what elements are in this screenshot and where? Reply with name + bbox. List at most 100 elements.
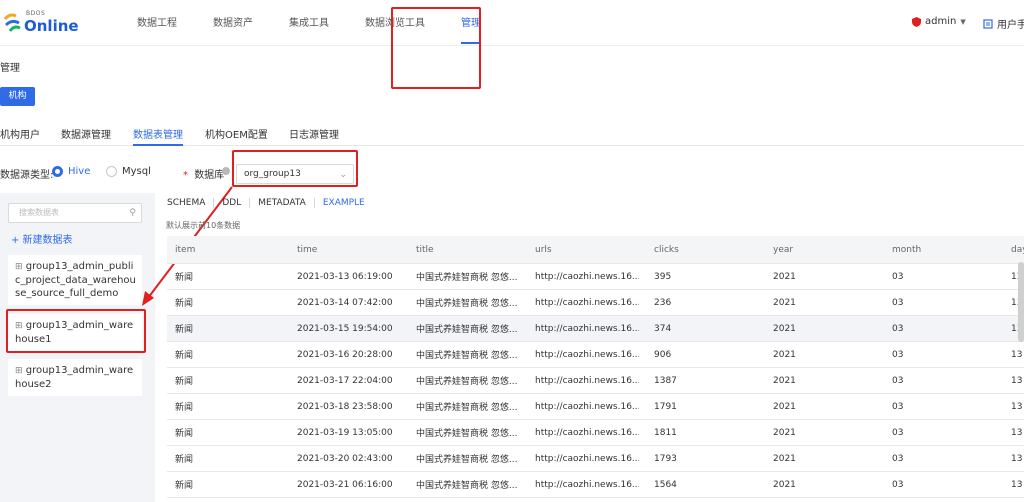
table-cell: 新闻 [175,273,194,283]
table-item-name: group13_admin_warehouse2 [15,365,134,390]
tab-log-source-mgmt[interactable]: 日志源管理 [289,126,339,141]
table-cell: http://caozhi.news.16... [535,453,639,464]
table-cell: http://caozhi.news.16... [535,479,639,490]
subtab-ddl[interactable]: DDL [214,198,251,208]
hive-radio[interactable] [52,166,63,177]
table-cell: 2021-03-13 06:19:00 [297,271,393,282]
table-cell: 2021 [773,375,796,386]
table-cell: 374 [654,323,672,334]
table-cell: 03 [892,453,904,464]
annotation-highlight-database [232,150,358,187]
table-row[interactable]: 新闻 2021-03-16 20:28:00 中国式养娃智商税 忽悠... http:… [167,342,1024,368]
table-cell: 03 [892,271,904,282]
caret-down-icon: ▼ [960,17,966,26]
table-cell: 2021-03-21 06:16:00 [297,479,393,490]
logo-small-text: BDOS [26,10,46,17]
table-cell: 13 [1011,427,1023,438]
table-cell: 中国式养娃智商税 忽悠... [416,351,518,361]
table-cell: 2021-03-14 07:42:00 [297,297,393,308]
table-cell: 新闻 [175,351,194,361]
table-cell: 2021 [773,349,796,360]
page-title: 管理 [0,63,20,74]
mysql-radio-label[interactable]: Mysql [122,166,151,177]
table-cell: 2021 [773,297,796,308]
table-cell: 2021 [773,401,796,412]
column-header: day [1011,244,1024,255]
table-cell: 03 [892,401,904,412]
column-header: time [297,244,318,255]
table-cell: http://caozhi.news.16... [535,323,639,334]
info-icon [222,167,230,175]
tab-org-users[interactable]: 机构用户 [0,126,40,141]
table-cell: http://caozhi.news.16... [535,271,639,282]
table-search-input[interactable]: 搜索数据表 ⚲ [8,203,142,223]
table-cell: http://caozhi.news.16... [535,349,639,360]
table-cell: 中国式养娃智商税 忽悠... [416,481,518,491]
bdos-logo[interactable]: BDOS Online [0,8,79,38]
subtab-example[interactable]: EXAMPLE [315,198,373,208]
table-cell: 03 [892,479,904,490]
user-menu[interactable]: admin ▼ [912,16,966,27]
table-cell: 2021-03-18 23:58:00 [297,401,393,412]
database-label-text: 数据库 [194,170,225,181]
table-row[interactable]: 新闻 2021-03-18 23:58:00 中国式养娃智商税 忽悠... http:… [167,394,1024,420]
table-row[interactable]: 新闻 2021-03-19 13:05:00 中国式养娃智商税 忽悠... http:… [167,420,1024,446]
table-row[interactable]: 新闻 2021-03-17 22:04:00 中国式养娃智商税 忽悠... http:… [167,368,1024,394]
table-cell: 2021-03-17 22:04:00 [297,375,393,386]
table-header-row: item time title urls clicks year month d… [167,236,1024,264]
table-icon: ⊞ [15,262,23,272]
table-cell: 236 [654,297,672,308]
nav-integration-tools[interactable]: 集成工具 [280,0,338,46]
top-navbar: BDOS Online 数据工程 数据资产 集成工具 数据浏览工具 管理 adm… [0,0,1024,46]
new-table-button[interactable]: + 新建数据表 [11,231,73,246]
tab-datasource-mgmt[interactable]: 数据源管理 [61,126,111,141]
subtab-metadata[interactable]: METADATA [250,198,315,208]
table-cell: 2021 [773,479,796,490]
org-button[interactable]: 机构 [0,87,35,106]
user-manual-link[interactable]: 用户手 [983,16,1024,31]
tab-datatable-mgmt[interactable]: 数据表管理 [133,126,183,146]
table-cell: 1793 [654,453,677,464]
hive-radio-label[interactable]: Hive [68,166,90,177]
nav-data-assets[interactable]: 数据资产 [204,0,262,46]
table-cell: 13 [1011,349,1023,360]
logo-icon [3,13,21,32]
table-cell: 395 [654,271,672,282]
table-cell: 2021 [773,271,796,282]
table-row[interactable]: 新闻 2021-03-13 06:19:00 中国式养娃智商税 忽悠... http:… [167,264,1024,290]
column-header: month [892,244,922,255]
example-note: 默认展示前10条数据 [166,221,241,230]
logo-big-text: Online [24,17,79,35]
table-item[interactable]: ⊞ group13_admin_public_project_data_ware… [8,255,142,305]
table-row[interactable]: 新闻 2021-03-14 07:42:00 中国式养娃智商税 忽悠... http:… [167,290,1024,316]
table-cell: 13 [1011,453,1023,464]
table-row[interactable]: 新闻 2021-03-20 02:43:00 中国式养娃智商税 忽悠... http:… [167,446,1024,472]
table-item-name: group13_admin_public_project_data_wareho… [15,261,136,299]
table-cell: 03 [892,375,904,386]
table-item[interactable]: ⊞ group13_admin_warehouse2 [8,359,142,396]
table-cell: 13 [1011,479,1023,490]
subtab-schema[interactable]: SCHEMA [167,198,215,208]
column-header: title [416,244,434,255]
tab-org-oem-config[interactable]: 机构OEM配置 [205,126,268,141]
example-data-table: item time title urls clicks year month d… [167,236,1024,498]
nav-data-engineering[interactable]: 数据工程 [128,0,186,46]
annotation-highlight-nav [391,7,481,89]
annotation-highlight-table [6,309,146,353]
table-cell: 中国式养娃智商税 忽悠... [416,455,518,465]
table-row[interactable]: 新闻 2021-03-15 19:54:00 中国式养娃智商税 忽悠... http:… [167,316,1024,342]
table-cell: 新闻 [175,429,194,439]
table-cell: 中国式养娃智商税 忽悠... [416,429,518,439]
table-icon: ⊞ [15,366,23,376]
table-cell: 中国式养娃智商税 忽悠... [416,403,518,413]
table-cell: 中国式养娃智商税 忽悠... [416,377,518,387]
table-cell: 03 [892,427,904,438]
mysql-radio[interactable] [106,166,117,177]
table-row[interactable]: 新闻 2021-03-21 06:16:00 中国式养娃智商税 忽悠... http:… [167,472,1024,498]
table-cell: 中国式养娃智商税 忽悠... [416,299,518,309]
table-cell: 03 [892,297,904,308]
table-cell: 新闻 [175,455,194,465]
source-type-label: 数据源类型: [0,170,54,181]
vertical-scrollbar[interactable] [1018,262,1024,342]
table-cell: 2021-03-15 19:54:00 [297,323,393,334]
